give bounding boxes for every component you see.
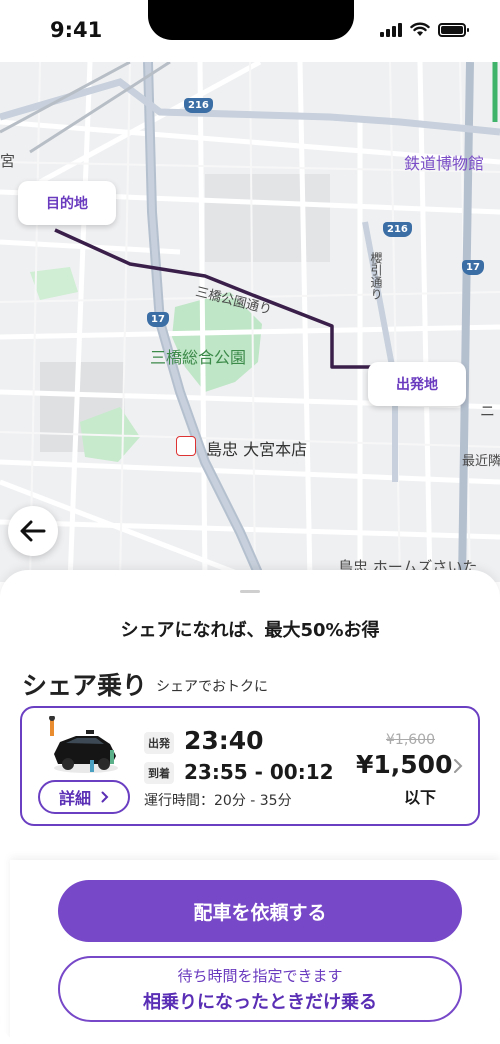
departure-tag: 出発 [144, 732, 174, 754]
battery-icon [438, 22, 469, 37]
map-label-park: 三橋総合公園 [150, 348, 247, 367]
phone-screen: 9:41 216 216 17 17 宮 鉄道博物館 三橋公園通り 櫻引通り 三… [0, 0, 500, 1044]
operating-time: 運行時間：20分 - 35分 [144, 793, 292, 809]
car-illustration-icon [49, 716, 118, 773]
status-time: 9:41 [50, 18, 103, 42]
map-label-railway-museum: 鉄道博物館 [404, 154, 485, 173]
route-17-shield: 17 [462, 260, 484, 275]
route-216-shield: 216 [383, 222, 412, 237]
map-label-shimachu-store: 島忠 大宮本店 [206, 440, 308, 459]
detail-button[interactable]: 詳細 [38, 780, 130, 814]
section-title: シェア乗り [22, 671, 148, 700]
map-label-clinic: ニ [480, 402, 496, 420]
map-canvas [0, 62, 500, 582]
price-suffix: 以下 [404, 788, 437, 807]
request-ride-button[interactable]: 配車を依頼する [58, 880, 462, 942]
map-label-nearby: 最近隣 [462, 454, 500, 469]
share-ride-card[interactable]: 詳細 出発 23:40 到着 23:55 - 00:12 運行時間：20分 - … [20, 706, 480, 826]
status-icons [380, 22, 469, 37]
promo-text: シェアになれば、最大50%お得 [120, 620, 380, 641]
map-label-left: 宮 [0, 152, 16, 170]
notch [148, 0, 354, 40]
arrival-tag: 到着 [144, 762, 174, 784]
arrival-time: 23:55 - 00:12 [184, 760, 334, 784]
section-subtitle: シェアでおトクに [156, 679, 268, 695]
original-price: ¥1,600 [386, 732, 435, 748]
chevron-right-icon [454, 759, 463, 773]
action-footer: 配車を依頼する 待ち時間を指定できます 相乗りになったときだけ乗る [10, 860, 500, 1044]
store-icon [176, 436, 196, 456]
bottom-sheet: シェアになれば、最大50%お得 シェア乗り シェアでおトクに 詳細 出発 23:… [0, 570, 500, 1044]
route-17-shield: 17 [147, 312, 169, 327]
origin-pin[interactable]: 出発地 [368, 362, 466, 406]
sheet-grabber[interactable] [240, 590, 260, 593]
map-view[interactable]: 216 216 17 17 宮 鉄道博物館 三橋公園通り 櫻引通り 三橋総合公園… [0, 62, 500, 582]
chevron-right-icon [101, 791, 109, 803]
destination-pin[interactable]: 目的地 [18, 181, 116, 225]
departure-time: 23:40 [184, 726, 264, 755]
arrow-left-icon [20, 520, 46, 542]
share-only-subtitle: 待ち時間を指定できます [177, 966, 343, 985]
back-button[interactable] [8, 506, 58, 556]
signal-icon [380, 22, 402, 37]
map-label-sakuragi: 櫻引通り [369, 252, 383, 300]
price: ¥1,500 [356, 750, 453, 779]
status-bar: 9:41 [0, 0, 500, 62]
share-only-label: 相乗りになったときだけ乗る [143, 991, 377, 1013]
share-only-button[interactable]: 待ち時間を指定できます 相乗りになったときだけ乗る [58, 956, 462, 1022]
route-216-shield: 216 [184, 98, 213, 113]
detail-label: 詳細 [58, 789, 91, 808]
wifi-icon [410, 22, 430, 36]
